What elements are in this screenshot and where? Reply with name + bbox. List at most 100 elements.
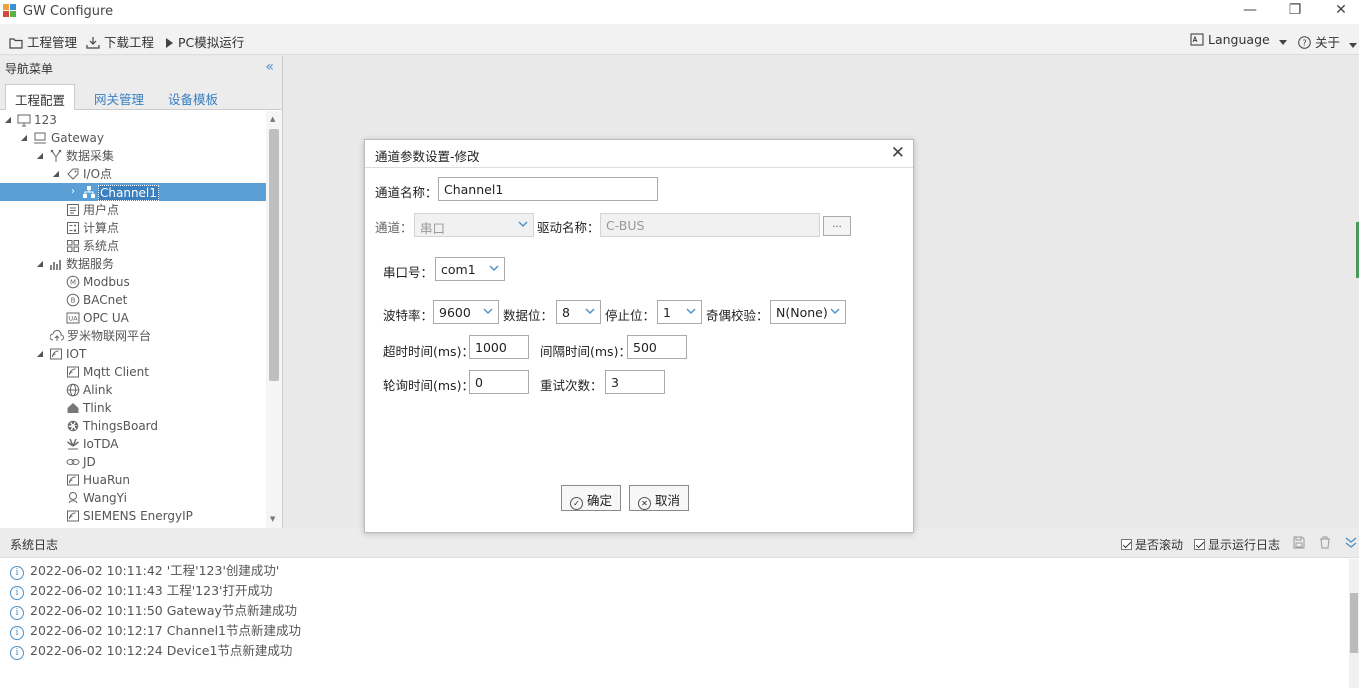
- tree-node-channel1[interactable]: › Channel1: [0, 183, 266, 201]
- serial-port-select[interactable]: com1: [435, 257, 505, 281]
- link-icon: [66, 459, 80, 465]
- poll-time-input[interactable]: 0: [469, 370, 529, 394]
- tree-scrollbar[interactable]: ▲ ▼: [266, 111, 282, 528]
- tree-node-romi-iot[interactable]: 罗米物联网平台: [0, 327, 266, 345]
- tree-node-tlink[interactable]: Tlink: [0, 399, 266, 417]
- restore-button[interactable]: ❐: [1285, 2, 1305, 20]
- app-title: GW Configure: [23, 4, 114, 19]
- cancel-button[interactable]: ✕ 取消: [629, 485, 690, 511]
- language-menu-button[interactable]: Language: [1190, 32, 1292, 47]
- interval-input[interactable]: 500: [627, 335, 687, 359]
- channel-settings-dialog: 通道参数设置-修改 ✕ 通道名称： Channel1 通道： 串口 驱动名称： …: [364, 139, 914, 533]
- channel-name-input[interactable]: Channel1: [438, 177, 658, 201]
- autoscroll-label: 是否滚动: [1135, 538, 1184, 552]
- scroll-up-icon[interactable]: ▲: [270, 115, 275, 123]
- collapsed-toggle-icon[interactable]: ›: [68, 183, 78, 201]
- log-line: i 2022-06-02 10:12:17 Channel1节点新建成功: [10, 620, 301, 640]
- tab-device-template[interactable]: 设备模板: [159, 84, 227, 110]
- svg-text:B: B: [71, 297, 76, 305]
- about-menu-button[interactable]: ? 关于: [1298, 32, 1359, 51]
- tree-node-label: OPC UA: [83, 311, 129, 325]
- checkbox-checked-icon: [1194, 539, 1205, 550]
- tree-node-project[interactable]: ◢ 123: [0, 111, 266, 129]
- minimize-button[interactable]: —: [1240, 2, 1260, 20]
- nav-title: 导航菜单: [5, 62, 54, 76]
- tree-node-gateway[interactable]: ◢ Gateway: [0, 129, 266, 147]
- tree-node-label: 用户点: [83, 203, 120, 217]
- tree-node-huarun[interactable]: HuaRun: [0, 471, 266, 489]
- navigation-panel: 导航菜单 « 工程配置 网关管理 设备模板 ◢ 123 ◢ Gateway ◢ …: [0, 56, 283, 528]
- svg-text:?: ?: [1302, 39, 1306, 48]
- tree-node-label: BACnet: [83, 293, 128, 307]
- clear-log-icon[interactable]: [1319, 536, 1331, 553]
- tree-node-modbus[interactable]: M Modbus: [0, 273, 266, 291]
- tab-project-config[interactable]: 工程配置: [5, 84, 76, 110]
- project-tree: ◢ 123 ◢ Gateway ◢ 数据采集 ◢ I/O点 › Channel1: [0, 111, 266, 528]
- info-icon: i: [10, 586, 24, 600]
- project-menu-button[interactable]: 工程管理: [9, 32, 77, 51]
- tree-node-wangyi[interactable]: WangYi: [0, 489, 266, 507]
- tree-node-siemens-energyip[interactable]: SIEMENS EnergyIP: [0, 507, 266, 525]
- pc-simulate-button[interactable]: PC模拟运行: [164, 32, 244, 51]
- save-log-icon[interactable]: [1293, 536, 1305, 553]
- tree-node-mqtt-client[interactable]: Mqtt Client: [0, 363, 266, 381]
- expanded-toggle-icon[interactable]: ◢: [35, 147, 45, 165]
- dialog-close-button[interactable]: ✕: [891, 143, 905, 163]
- baud-rate-select[interactable]: 9600: [433, 300, 499, 324]
- parity-select[interactable]: N(None): [770, 300, 846, 324]
- tree-node-data-service[interactable]: ◢ 数据服务: [0, 255, 266, 273]
- baud-rate-value: 9600: [439, 305, 471, 320]
- collapse-icon[interactable]: «: [265, 59, 274, 75]
- browse-driver-button[interactable]: ...: [823, 216, 851, 236]
- tree-node-thingsboard[interactable]: ThingsBoard: [0, 417, 266, 435]
- tree-node-calc-points[interactable]: 计算点: [0, 219, 266, 237]
- expanded-toggle-icon[interactable]: ◢: [51, 165, 61, 183]
- parity-label: 奇偶校验：: [706, 308, 769, 323]
- expanded-toggle-icon[interactable]: ◢: [19, 129, 29, 147]
- tree-node-label: Channel1: [98, 185, 159, 201]
- home-icon: [67, 403, 79, 413]
- scrollbar-thumb[interactable]: [1350, 593, 1358, 653]
- tree-node-iotda[interactable]: IoTDA: [0, 435, 266, 453]
- tab-gateway-management[interactable]: 网关管理: [85, 84, 153, 110]
- driver-name-input[interactable]: C-BUS: [600, 213, 820, 237]
- scrollbar-thumb[interactable]: [269, 129, 279, 381]
- show-run-log-checkbox[interactable]: 显示运行日志: [1194, 536, 1280, 553]
- tree-node-bacnet[interactable]: B BACnet: [0, 291, 266, 309]
- scroll-down-icon[interactable]: ▼: [270, 515, 275, 523]
- stop-bits-select[interactable]: 1: [657, 300, 702, 324]
- log-line: i 2022-06-02 10:11:43 工程'123'打开成功: [10, 580, 272, 600]
- timeout-label: 超时时间(ms)：: [383, 344, 474, 359]
- computer-icon: [34, 132, 46, 144]
- tree-node-io-points[interactable]: ◢ I/O点: [0, 165, 266, 183]
- stop-bits-label: 停止位：: [605, 308, 656, 323]
- system-log-panel: 系统日志 是否滚动 显示运行日志 i 2022-06-02 10:11:42 '工…: [0, 528, 1359, 688]
- close-window-button[interactable]: ✕: [1331, 2, 1351, 20]
- app-logo-icon: [3, 4, 17, 18]
- autoscroll-checkbox[interactable]: 是否滚动: [1121, 536, 1183, 553]
- tree-node-jd[interactable]: JD: [0, 453, 266, 471]
- expanded-toggle-icon[interactable]: ◢: [35, 345, 45, 363]
- log-scrollbar[interactable]: [1349, 559, 1359, 688]
- tree-node-user-points[interactable]: 用户点: [0, 201, 266, 219]
- tree-node-label: ThingsBoard: [83, 419, 159, 433]
- pc-simulate-label: PC模拟运行: [178, 35, 245, 50]
- retry-count-input[interactable]: 3: [605, 370, 665, 394]
- close-circle-icon: ✕: [638, 497, 651, 510]
- tree-node-label: 罗米物联网平台: [67, 329, 152, 343]
- download-project-button[interactable]: 下载工程: [86, 32, 154, 51]
- expanded-toggle-icon[interactable]: ◢: [35, 255, 45, 273]
- expand-down-icon[interactable]: [1345, 536, 1357, 553]
- timeout-input[interactable]: 1000: [469, 335, 529, 359]
- tree-node-alink[interactable]: Alink: [0, 381, 266, 399]
- tree-node-system-points[interactable]: 系统点: [0, 237, 266, 255]
- tree-node-iot[interactable]: ◢ IOT: [0, 345, 266, 363]
- title-bar: GW Configure — ❐ ✕: [0, 0, 1359, 24]
- tree-node-data-collection[interactable]: ◢ 数据采集: [0, 147, 266, 165]
- svg-text:UA: UA: [68, 315, 78, 323]
- data-bits-select[interactable]: 8: [556, 300, 601, 324]
- ok-button[interactable]: ✓ 确定: [561, 485, 622, 511]
- channel-type-select[interactable]: 串口: [414, 213, 534, 237]
- expanded-toggle-icon[interactable]: ◢: [3, 111, 13, 129]
- tree-node-opcua[interactable]: UA OPC UA: [0, 309, 266, 327]
